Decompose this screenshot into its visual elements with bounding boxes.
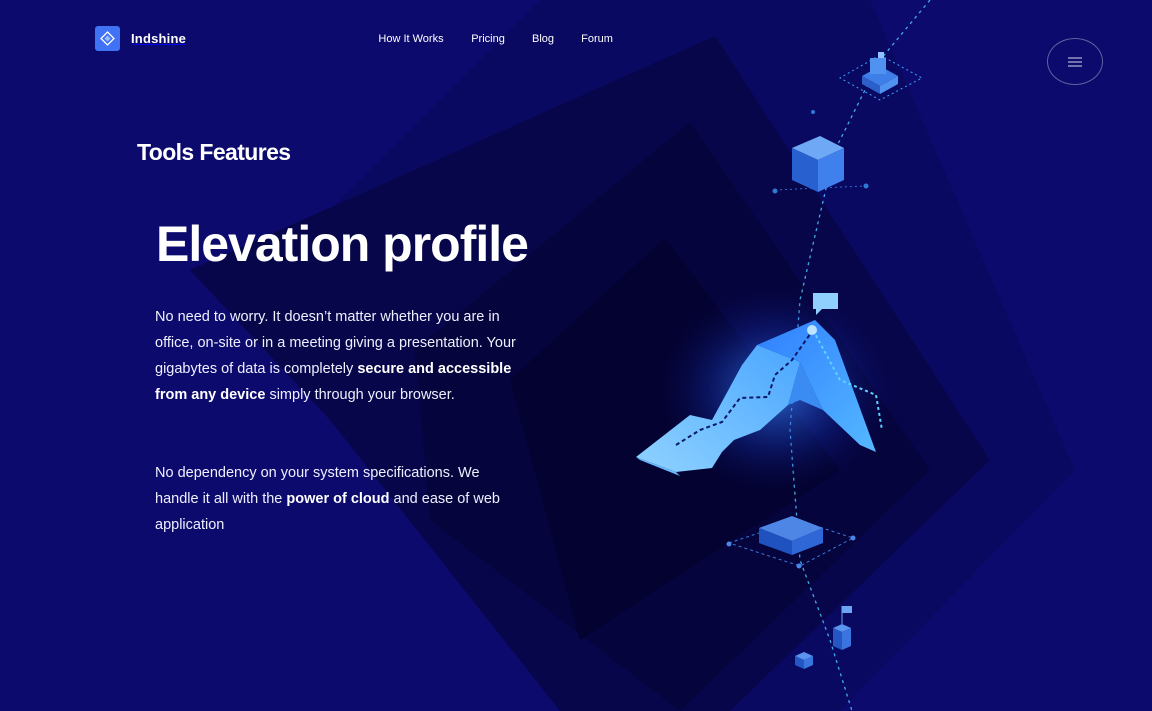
- small-blocks-icon: [795, 606, 852, 669]
- nav-link-blog[interactable]: Blog: [532, 33, 554, 45]
- paragraph-1-text-b: simply through your browser.: [265, 387, 455, 403]
- top-platform-icon: [838, 52, 924, 101]
- menu-button[interactable]: [1047, 38, 1103, 85]
- section-label: Tools Features: [137, 139, 291, 165]
- paragraph-2-bold: power of cloud: [286, 491, 390, 507]
- nav-link-how-it-works[interactable]: How It Works: [378, 33, 443, 45]
- floating-cube-icon: [772, 110, 869, 194]
- description-paragraph-1: No need to worry. It doesn’t matter whet…: [155, 304, 520, 408]
- description-paragraph-2: No dependency on your system specificati…: [155, 460, 520, 538]
- nav-link-forum[interactable]: Forum: [581, 33, 613, 45]
- hamburger-icon: [1068, 57, 1082, 66]
- peak-marker: [807, 325, 817, 335]
- lower-platform-icon: [726, 516, 856, 569]
- page-title: Elevation profile: [156, 216, 529, 272]
- nav-link-pricing[interactable]: Pricing: [471, 33, 505, 45]
- main-nav: How It Works Pricing Blog Forum: [0, 33, 1152, 49]
